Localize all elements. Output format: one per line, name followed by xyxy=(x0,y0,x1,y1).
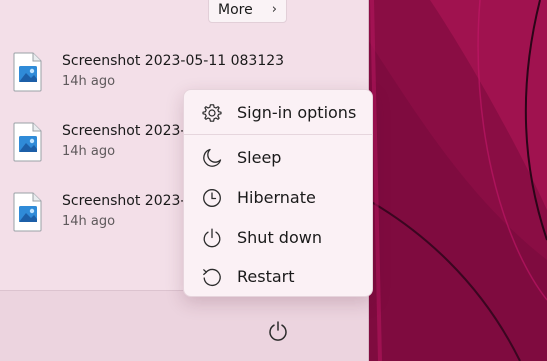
restart-icon xyxy=(203,268,221,287)
menu-item-label: Shut down xyxy=(237,228,322,247)
recommended-item-name: Screenshot 2023-05-11 083123 xyxy=(62,53,285,69)
menu-item-hibernate[interactable]: Hibernate xyxy=(188,180,368,216)
recommended-item-time: 14h ago xyxy=(62,74,116,89)
menu-item-label: Restart xyxy=(237,267,295,286)
recommended-item-time: 14h ago xyxy=(62,214,116,229)
power-menu: Sign-in options Sleep Hibernate Shut dow… xyxy=(183,89,373,297)
menu-item-sign-in-options[interactable]: Sign-in options xyxy=(188,95,368,131)
recommended-item-time: 14h ago xyxy=(62,144,116,159)
desktop-screen: More › Screenshot 2023-05-11 083123 14h … xyxy=(0,0,547,361)
clock-icon xyxy=(203,189,221,207)
more-button[interactable]: More › xyxy=(208,0,287,23)
menu-item-label: Sleep xyxy=(237,148,282,167)
menu-item-label: Sign-in options xyxy=(237,103,357,122)
power-icon xyxy=(269,321,287,341)
moon-icon xyxy=(203,148,222,167)
more-label: More xyxy=(218,1,253,18)
image-file-icon xyxy=(13,192,42,232)
menu-item-label: Hibernate xyxy=(237,188,316,207)
gear-icon xyxy=(202,104,222,122)
power-icon xyxy=(203,228,221,248)
menu-item-shut-down[interactable]: Shut down xyxy=(188,220,368,256)
image-file-icon xyxy=(13,52,42,92)
chevron-right-icon: › xyxy=(271,2,277,17)
image-file-icon xyxy=(13,122,42,162)
start-menu-footer xyxy=(0,290,368,361)
menu-item-sleep[interactable]: Sleep xyxy=(188,140,368,176)
menu-item-restart[interactable]: Restart xyxy=(188,259,368,295)
menu-divider xyxy=(184,134,372,135)
power-button[interactable] xyxy=(264,317,292,345)
